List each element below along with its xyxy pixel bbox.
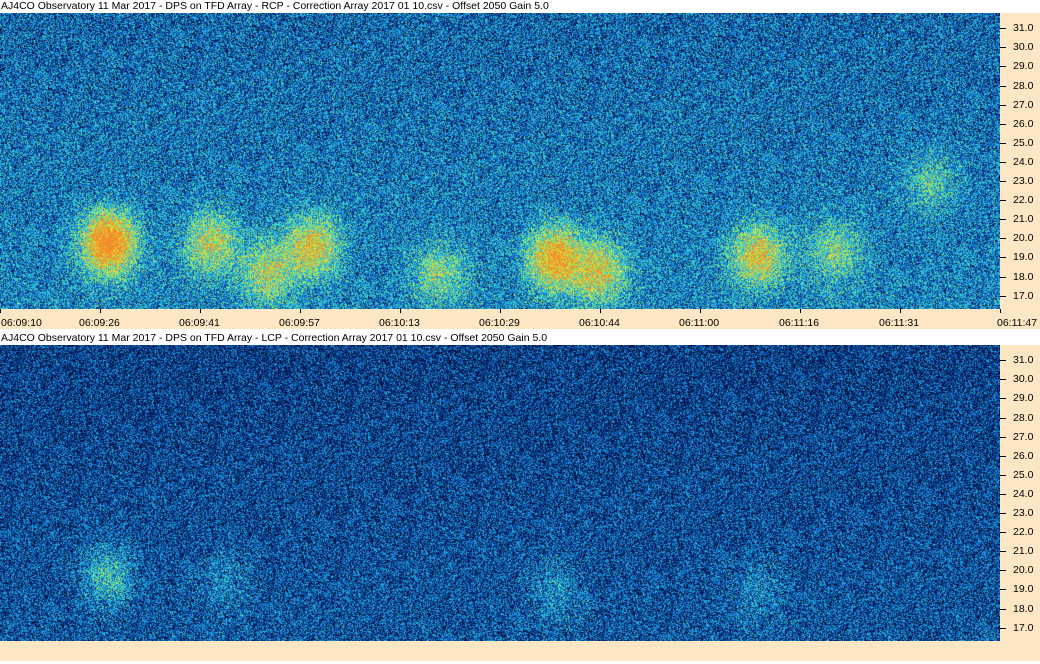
y-tick [1000,47,1006,49]
x-tick [800,309,801,313]
y-tick-label: 20.0 [1013,564,1034,577]
x-tick [700,309,701,313]
y-tick-label: 28.0 [1013,411,1034,424]
y-tick-label: 22.0 [1013,194,1034,207]
x-tick-label: 06:11:16 [779,317,820,329]
y-tick [1000,360,1006,362]
x-tick [0,309,1,313]
y-tick [1000,123,1006,125]
x-tick-label: 06:10:13 [379,317,420,329]
y-tick [1000,417,1006,419]
y-tick [1000,85,1006,87]
y-tick [1000,379,1006,381]
y-tick-label: 17.0 [1013,289,1034,302]
y-tick [1000,398,1006,400]
y-tick-label: 27.0 [1013,98,1034,111]
lcp-spectrogram-image [0,345,1000,641]
y-tick-label: 25.0 [1013,468,1034,481]
y-tick [1000,436,1006,438]
time-axis-empty [0,641,1040,661]
y-tick [1000,200,1006,202]
lcp-frequency-axis: 31.0 30.0 29.0 28.0 27.0 26.0 25.0 24.0 23.0 22.0… [1000,345,1040,641]
y-tick [1000,551,1006,553]
x-tick-label: 06:09:10 [1,317,42,329]
x-tick [900,309,901,313]
y-tick [1000,238,1006,240]
x-tick [500,309,501,313]
y-tick-label: 19.0 [1013,583,1034,596]
y-tick-label: 31.0 [1013,354,1034,367]
y-tick-label: 18.0 [1013,602,1034,615]
y-tick [1000,66,1006,68]
y-tick [1000,142,1006,144]
y-tick-label: 24.0 [1013,487,1034,500]
y-tick [1000,161,1006,163]
y-tick [1000,455,1006,457]
y-tick-label: 18.0 [1013,270,1034,283]
x-tick-label: 06:10:29 [479,317,520,329]
rcp-frequency-axis: 31.0 30.0 29.0 28.0 27.0 26.0 25.0 24.0 23.0 22.0… [1000,13,1040,309]
x-tick-label: 06:09:41 [179,317,220,329]
y-tick-label: 24.0 [1013,155,1034,168]
y-tick [1000,219,1006,221]
lcp-spectrogram-title: AJ4CO Observatory 11 Mar 2017 - DPS on T… [0,332,1040,345]
y-tick-label: 28.0 [1013,79,1034,92]
y-tick [1000,513,1006,515]
y-tick [1000,589,1006,591]
y-tick [1000,104,1006,106]
y-tick-label: 25.0 [1013,136,1034,149]
rcp-spectrogram-image [0,13,1000,309]
y-tick-label: 26.0 [1013,449,1034,462]
x-tick-label: 06:11:31 [879,317,920,329]
y-tick [1000,295,1006,297]
y-tick-label: 21.0 [1013,213,1034,226]
y-tick [1000,28,1006,30]
y-tick-label: 23.0 [1013,175,1034,188]
y-tick-label: 30.0 [1013,373,1034,386]
y-tick [1000,257,1006,259]
x-tick-label: 06:10:44 [579,317,620,329]
y-tick-label: 17.0 [1013,621,1034,634]
y-tick-label: 26.0 [1013,117,1034,130]
y-tick-label: 23.0 [1013,507,1034,520]
x-tick-label: 06:11:47 [997,317,1038,329]
x-tick-label: 06:09:57 [279,317,320,329]
x-tick [600,309,601,313]
y-tick-label: 22.0 [1013,526,1034,539]
time-axis: 06:09:10 06:09:26 06:09:41 06:09:57 06:10:13… [0,309,1040,329]
y-tick-label: 19.0 [1013,251,1034,264]
y-tick-label: 29.0 [1013,392,1034,405]
y-tick [1000,181,1006,183]
y-tick [1000,627,1006,629]
y-tick [1000,570,1006,572]
x-tick-label: 06:09:26 [79,317,120,329]
y-tick [1000,474,1006,476]
y-tick-label: 31.0 [1013,22,1034,35]
y-tick [1000,276,1006,278]
rcp-spectrogram-title: AJ4CO Observatory 11 Mar 2017 - DPS on T… [0,0,1040,13]
x-tick-label: 06:11:00 [679,317,720,329]
y-tick-label: 20.0 [1013,232,1034,245]
y-tick [1000,532,1006,534]
x-tick [1000,309,1001,313]
y-tick [1000,608,1006,610]
y-tick-label: 29.0 [1013,60,1034,73]
y-tick [1000,493,1006,495]
x-tick [300,309,301,313]
x-tick [200,309,201,313]
y-tick-label: 30.0 [1013,41,1034,54]
x-tick [400,309,401,313]
y-tick-label: 27.0 [1013,430,1034,443]
x-tick [100,309,101,313]
y-tick-label: 21.0 [1013,545,1034,558]
